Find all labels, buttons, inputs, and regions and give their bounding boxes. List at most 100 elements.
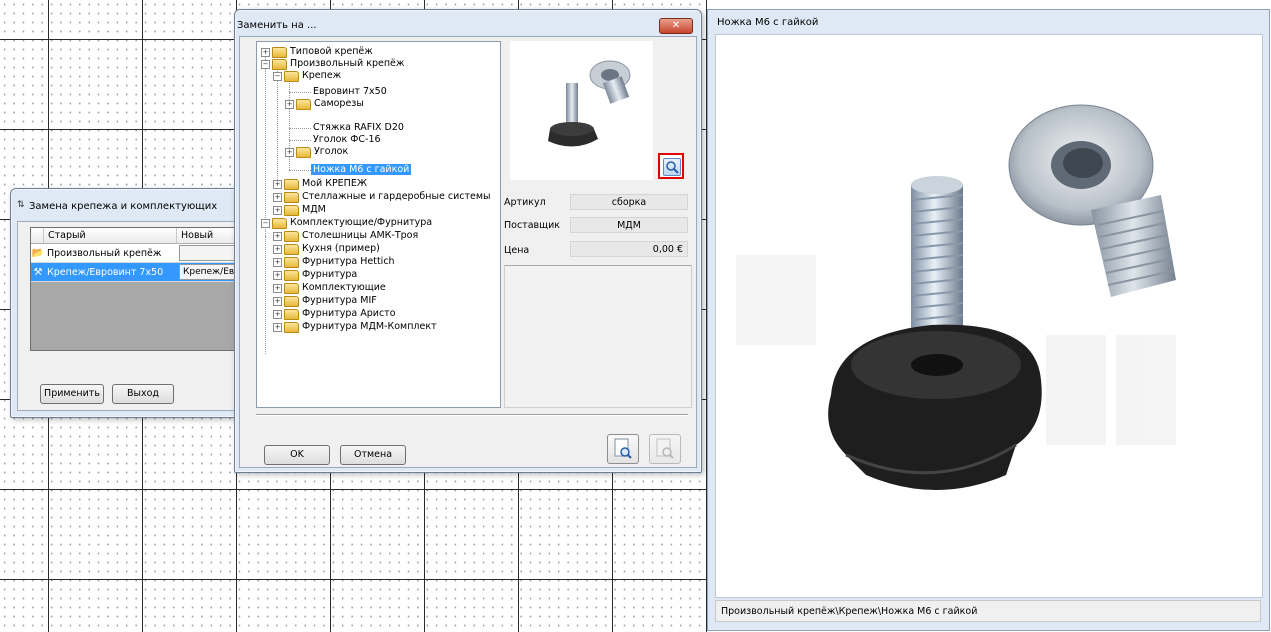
- document-magnifier-icon: [614, 438, 632, 459]
- folder-icon: [284, 295, 299, 307]
- tree-line: [289, 170, 311, 171]
- folder-icon: [296, 98, 311, 110]
- collapse-icon[interactable]: −: [261, 218, 270, 228]
- folder-icon: [284, 178, 299, 190]
- tree-node[interactable]: + МДМ: [273, 204, 326, 216]
- folder-icon: [284, 230, 299, 242]
- tools-icon: ⚒: [33, 266, 43, 278]
- tree-node[interactable]: + Уголок: [285, 146, 348, 158]
- supplier-label: Поставщик: [504, 220, 560, 231]
- replace-with-dialog: Заменить на ... ✕ + Типовой крепёж − Произ…: [234, 9, 702, 473]
- expand-icon[interactable]: +: [273, 322, 282, 332]
- expand-icon[interactable]: +: [273, 283, 282, 293]
- price-value: 0,00 €: [570, 241, 688, 257]
- folder-icon: [284, 256, 299, 268]
- expand-icon[interactable]: +: [285, 99, 294, 109]
- expand-icon[interactable]: +: [285, 147, 294, 157]
- tree-node[interactable]: + Мой КРЕПЕЖ: [273, 178, 367, 190]
- tree-node[interactable]: + Фурнитура Аристо: [273, 308, 396, 320]
- expand-icon[interactable]: +: [273, 296, 282, 306]
- tree-line: [277, 68, 278, 186]
- status-bar-path: Произвольный крепёж\Крепеж\Ножка М6 с га…: [715, 600, 1261, 622]
- table-row[interactable]: ⚒ Крепеж/Евровинт 7х50 Крепеж/Евровинт: [31, 263, 241, 282]
- column-header-new[interactable]: Новый: [177, 228, 241, 243]
- tree-node[interactable]: + Комплектующие: [273, 282, 386, 294]
- separator: [256, 414, 688, 416]
- folder-icon: [284, 321, 299, 333]
- cancel-button[interactable]: Отмена: [340, 445, 406, 465]
- catalog-tree[interactable]: + Типовой крепёж − Произвольный крепёж − Кр…: [256, 41, 501, 408]
- search-disabled-icon: [656, 438, 674, 459]
- tree-node[interactable]: + Фурнитура Hettich: [273, 256, 395, 268]
- folder-icon: [284, 191, 299, 203]
- old-value-cell: Произвольный крепёж: [47, 247, 162, 259]
- folder-icon: [272, 46, 287, 58]
- header-spacer: [31, 228, 44, 243]
- tree-node[interactable]: + Стеллажные и гардеробные системы: [273, 191, 491, 203]
- tree-node[interactable]: + Типовой крепёж: [261, 46, 373, 58]
- dialog-title: Заменить на ...: [237, 20, 317, 31]
- folder-icon: [284, 204, 299, 216]
- apply-button[interactable]: Применить: [40, 384, 104, 404]
- tree-node[interactable]: + Кухня (пример): [273, 243, 380, 255]
- tree-node[interactable]: + Саморезы: [285, 98, 364, 110]
- dialog-client-area: Старый Новый 📂 Произвольный крепёж ⚒ Кре…: [17, 221, 242, 411]
- price-label: Цена: [504, 245, 530, 256]
- tree-line: [289, 92, 311, 93]
- tree-node[interactable]: − Крепеж: [273, 70, 341, 82]
- column-header-old[interactable]: Старый: [44, 228, 177, 243]
- article-label: Артикул: [504, 197, 546, 208]
- leveling-foot-image: [548, 60, 631, 147]
- exit-button[interactable]: Выход: [112, 384, 174, 404]
- tree-line: [265, 236, 266, 354]
- article-value: сборка: [570, 194, 688, 210]
- tree-node[interactable]: + Фурнитура МДМ-Комплект: [273, 321, 437, 333]
- folder-icon: [284, 308, 299, 320]
- replacement-table[interactable]: Старый Новый 📂 Произвольный крепёж ⚒ Кре…: [30, 227, 242, 351]
- folder-open-icon: [272, 217, 287, 229]
- expand-icon[interactable]: +: [273, 257, 282, 267]
- tree-node[interactable]: − Произвольный крепёж: [261, 58, 404, 70]
- dialog-client-area: + Типовой крепёж − Произвольный крепёж − Кр…: [239, 36, 697, 468]
- expand-icon[interactable]: +: [273, 231, 282, 241]
- table-header: Старый Новый: [31, 228, 241, 244]
- window-title: Ножка М6 с гайкой: [717, 17, 819, 28]
- expand-icon[interactable]: +: [273, 179, 282, 189]
- folder-icon: [296, 146, 311, 158]
- expand-icon[interactable]: +: [273, 309, 282, 319]
- collapse-icon[interactable]: −: [273, 71, 282, 81]
- tree-line: [289, 140, 311, 141]
- collapse-icon[interactable]: −: [261, 59, 270, 69]
- expand-icon[interactable]: +: [273, 270, 282, 280]
- expand-icon[interactable]: +: [273, 205, 282, 215]
- table-row[interactable]: 📂 Произвольный крепёж: [31, 244, 241, 263]
- expand-icon[interactable]: +: [261, 47, 270, 57]
- ok-button[interactable]: OK: [264, 445, 330, 465]
- close-button[interactable]: ✕: [659, 18, 693, 34]
- preview-document-button[interactable]: [607, 434, 639, 464]
- disabled-search-button[interactable]: [649, 434, 681, 464]
- expand-icon[interactable]: +: [273, 244, 282, 254]
- new-value-cell[interactable]: [179, 245, 239, 261]
- old-value-cell: Крепеж/Евровинт 7х50: [47, 266, 164, 278]
- tree-node[interactable]: − Комплектующие/Фурнитура: [261, 217, 432, 229]
- new-value-cell[interactable]: Крепеж/Евровинт: [179, 264, 239, 280]
- tree-line: [289, 128, 311, 129]
- tree-node[interactable]: + Фурнитура: [273, 269, 357, 281]
- leveling-foot-photo: [736, 104, 1176, 490]
- zoom-preview-button[interactable]: [658, 153, 684, 179]
- dialog-app-icon: ⇅: [17, 200, 25, 210]
- large-product-image: [715, 34, 1263, 598]
- tree-line: [265, 56, 266, 236]
- folder-open-icon: [272, 58, 287, 70]
- expand-icon[interactable]: +: [273, 192, 282, 202]
- description-box: [504, 265, 692, 408]
- tree-leaf-selected[interactable]: Ножка М6 с гайкой: [311, 164, 412, 176]
- folder-icon: [284, 269, 299, 281]
- dialog-title: Замена крепежа и комплектующих: [29, 201, 218, 212]
- tree-leaf[interactable]: Уголок ФС-16: [313, 134, 381, 146]
- tree-leaf[interactable]: Стяжка RAFIX D20: [313, 122, 404, 134]
- tree-node[interactable]: + Столешницы АМК-Троя: [273, 230, 418, 242]
- tree-node[interactable]: + Фурнитура MIF: [273, 295, 377, 307]
- tree-leaf[interactable]: Евровинт 7х50: [313, 86, 387, 98]
